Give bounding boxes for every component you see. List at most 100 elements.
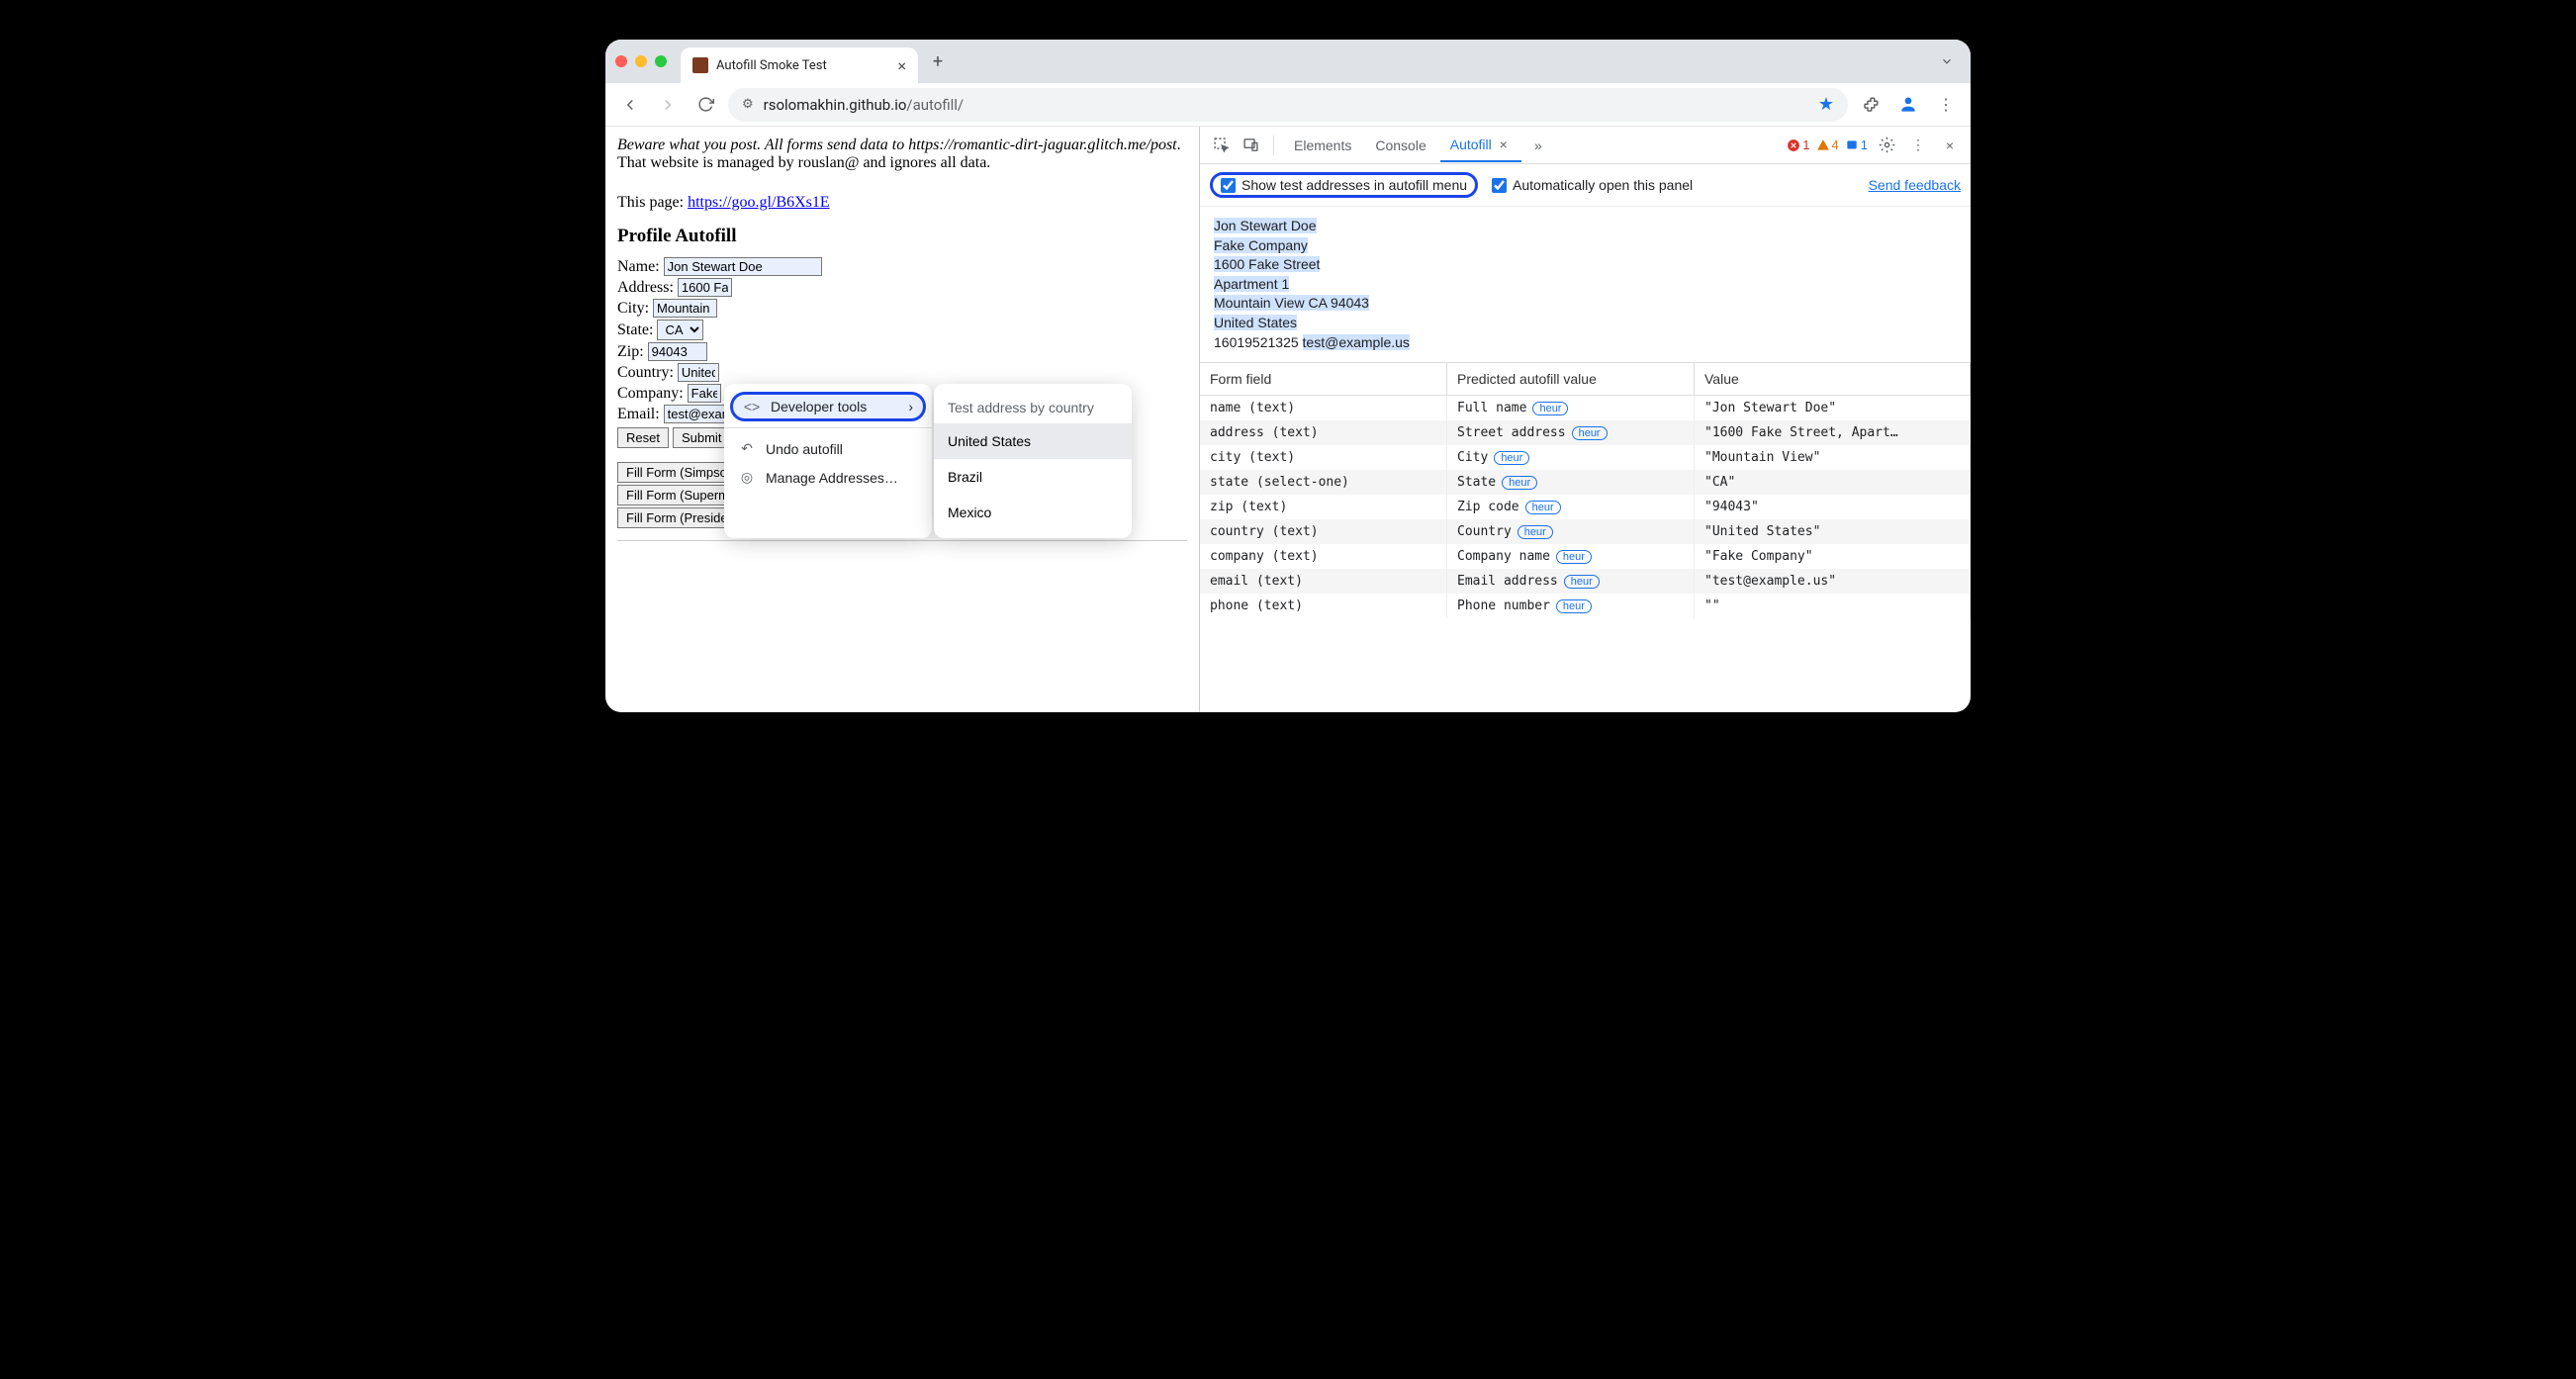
submit-button[interactable]: Submit	[673, 427, 730, 448]
menu-button[interactable]: ⋮	[1931, 90, 1961, 120]
cell-value: "Fake Company"	[1695, 544, 1971, 569]
heur-badge: heur	[1532, 402, 1568, 415]
addr-line-6: United States	[1214, 315, 1297, 330]
th-form-field: Form field	[1200, 363, 1447, 395]
name-input[interactable]	[664, 257, 822, 276]
address-bar[interactable]: ⚙ rsolomakhin.github.io/autofill/ ★	[728, 88, 1848, 122]
context-menu-wrap: <> Developer tools › ↶ Undo autofill ◎ M…	[724, 384, 1132, 538]
addr-line-7a: 16019521325	[1214, 334, 1303, 350]
table-row: address (text)Street addressheur"1600 Fa…	[1200, 420, 1971, 445]
close-window-button[interactable]	[615, 55, 627, 67]
cell-form-field: company (text)	[1200, 544, 1447, 569]
browser-window: Autofill Smoke Test × + ⚙ rsolomakhin.gi…	[605, 40, 1971, 712]
heur-badge: heur	[1556, 550, 1592, 564]
ctx-manage-addresses[interactable]: ◎ Manage Addresses…	[724, 463, 932, 492]
ctx-separator	[724, 427, 932, 428]
maximize-window-button[interactable]	[655, 55, 667, 67]
site-settings-icon[interactable]: ⚙	[742, 97, 754, 112]
close-devtools-icon[interactable]: ×	[1937, 133, 1963, 158]
submenu-title: Test address by country	[934, 392, 1132, 423]
cell-predicted: Full nameheur	[1447, 396, 1695, 420]
tab-console[interactable]: Console	[1365, 130, 1435, 161]
city-input[interactable]	[653, 299, 717, 318]
heur-badge: heur	[1556, 599, 1592, 613]
th-value: Value	[1695, 363, 1971, 395]
cell-form-field: phone (text)	[1200, 594, 1447, 618]
profile-button[interactable]	[1893, 90, 1923, 120]
ctx-devtools-label: Developer tools	[771, 399, 867, 414]
zip-input[interactable]	[648, 342, 707, 361]
content-split: Beware what you post. All forms send dat…	[605, 127, 1971, 712]
close-tab-button[interactable]: ×	[897, 56, 906, 75]
ctx-undo-label: Undo autofill	[766, 441, 843, 457]
tab-overflow-button[interactable]	[1933, 47, 1961, 75]
country-input[interactable]	[678, 363, 719, 382]
extensions-button[interactable]	[1856, 90, 1886, 120]
state-select[interactable]: CA	[657, 320, 703, 340]
auto-open-checkbox[interactable]: Automatically open this panel	[1492, 177, 1693, 193]
thispage-label: This page:	[617, 194, 688, 211]
heur-badge: heur	[1525, 501, 1561, 514]
window-controls	[615, 55, 667, 67]
address-input[interactable]	[678, 278, 732, 297]
zip-label: Zip:	[617, 343, 644, 361]
submenu-item-brazil[interactable]: Brazil	[934, 459, 1132, 495]
email-label: Email:	[617, 406, 660, 423]
ctx-manage-label: Manage Addresses…	[766, 470, 898, 486]
submenu-item-us[interactable]: United States	[934, 423, 1132, 459]
device-toggle-icon[interactable]	[1238, 133, 1263, 158]
tab-elements[interactable]: Elements	[1284, 130, 1361, 161]
reset-button[interactable]: Reset	[617, 427, 669, 448]
cell-predicted: Email addressheur	[1447, 569, 1695, 594]
show-test-checkbox[interactable]: Show test addresses in autofill menu	[1210, 172, 1478, 198]
auto-open-input[interactable]	[1492, 178, 1507, 193]
inspect-icon[interactable]	[1208, 133, 1234, 158]
bookmark-icon[interactable]: ★	[1818, 94, 1834, 115]
thispage-link[interactable]: https://goo.gl/B6Xs1E	[688, 194, 830, 211]
tab-autofill[interactable]: Autofill ×	[1440, 129, 1521, 162]
table-header: Form field Predicted autofill value Valu…	[1200, 363, 1971, 396]
addr-line-1: Jon Stewart Doe	[1214, 218, 1317, 233]
minimize-window-button[interactable]	[635, 55, 647, 67]
cell-predicted: Street addressheur	[1447, 420, 1695, 445]
reload-button[interactable]	[690, 90, 720, 120]
warning-badge[interactable]: 4	[1816, 138, 1839, 152]
table-row: country (text)Countryheur"United States"	[1200, 519, 1971, 544]
cell-predicted: Cityheur	[1447, 445, 1695, 470]
show-test-label: Show test addresses in autofill menu	[1242, 177, 1467, 193]
cell-predicted: Countryheur	[1447, 519, 1695, 544]
back-button[interactable]	[615, 90, 645, 120]
address-label: Address:	[617, 279, 674, 297]
cell-form-field: zip (text)	[1200, 495, 1447, 519]
devtools-table: Form field Predicted autofill value Valu…	[1200, 362, 1971, 618]
state-label: State:	[617, 322, 653, 339]
heur-badge: heur	[1502, 476, 1537, 490]
heur-badge: heur	[1518, 525, 1553, 539]
browser-tab[interactable]: Autofill Smoke Test ×	[681, 47, 918, 83]
send-feedback-link[interactable]: Send feedback	[1869, 177, 1961, 193]
company-input[interactable]	[688, 384, 721, 403]
table-row: company (text)Company nameheur"Fake Comp…	[1200, 544, 1971, 569]
url-path: /autofill/	[906, 96, 964, 114]
cell-form-field: country (text)	[1200, 519, 1447, 544]
table-row: name (text)Full nameheur"Jon Stewart Doe…	[1200, 396, 1971, 420]
tab-bar: Autofill Smoke Test × +	[605, 40, 1971, 83]
new-tab-button[interactable]: +	[924, 47, 952, 75]
close-tab-icon[interactable]: ×	[1496, 137, 1512, 152]
show-test-input[interactable]	[1221, 178, 1236, 193]
forward-button[interactable]	[653, 90, 683, 120]
more-tabs-icon[interactable]: »	[1525, 133, 1551, 158]
ctx-undo-autofill[interactable]: ↶ Undo autofill	[724, 434, 932, 463]
submenu-item-mexico[interactable]: Mexico	[934, 495, 1132, 530]
settings-icon[interactable]	[1874, 133, 1899, 158]
info-badge[interactable]: 1	[1845, 138, 1868, 152]
cell-form-field: name (text)	[1200, 396, 1447, 420]
error-badge[interactable]: 1	[1787, 138, 1809, 152]
ctx-developer-tools[interactable]: <> Developer tools ›	[730, 392, 926, 421]
devtools-options: Show test addresses in autofill menu Aut…	[1200, 164, 1971, 207]
kebab-icon[interactable]: ⋮	[1905, 133, 1931, 158]
table-row: zip (text)Zip codeheur"94043"	[1200, 495, 1971, 519]
code-icon: <>	[743, 399, 761, 414]
devtools-tabs: Elements Console Autofill × » 1 4 1 ⋮ ×	[1200, 127, 1971, 164]
cell-form-field: email (text)	[1200, 569, 1447, 594]
